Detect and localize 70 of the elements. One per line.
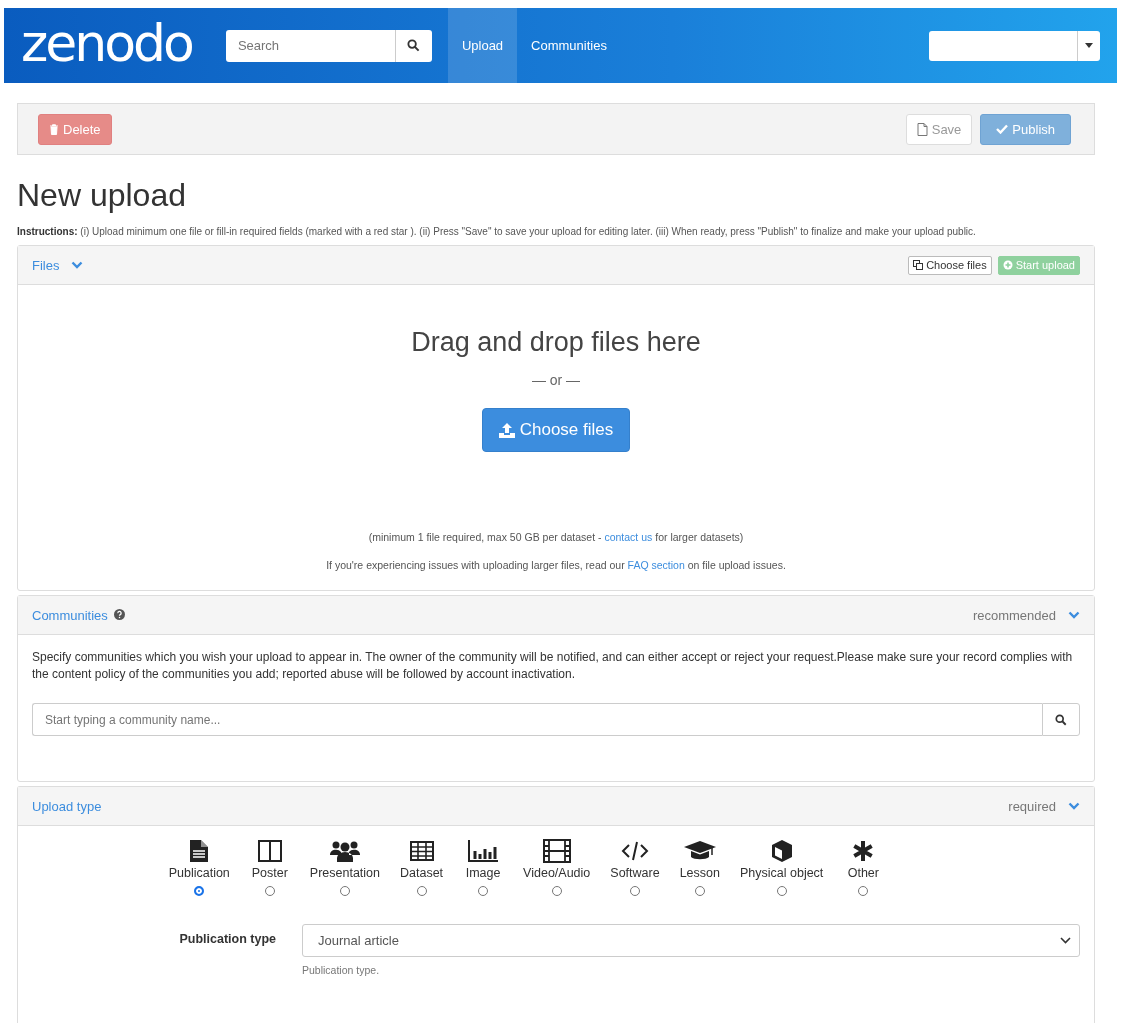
account-dropdown[interactable] <box>929 30 1100 61</box>
radio-button[interactable] <box>694 886 705 896</box>
save-button[interactable]: Save <box>905 113 973 145</box>
upload-type-label: Image <box>465 866 501 880</box>
nav-link[interactable]: Upload <box>447 8 518 83</box>
file-limit-note: (minimum 1 file required, max 50 GB per dataset - contact us for larger datasets) <box>368 531 744 543</box>
radio-button[interactable] <box>776 886 787 896</box>
upload-icon <box>498 422 515 438</box>
upload-type-label: Presentation <box>309 866 380 880</box>
radio-button[interactable] <box>194 886 205 896</box>
instructions-text: Instructions: (i) Upload minimum one file or fill-in required fields (marked with a red star ). (ii) Press "Save" to save your upload for editing later. (iii) When ready, press "Publish" to finalize and make your upload public. <box>17 226 977 237</box>
code-icon <box>620 839 649 863</box>
chevron-down-icon[interactable] <box>1068 611 1080 619</box>
document-icon <box>190 839 209 863</box>
choose-files-button[interactable]: Choose files <box>908 255 992 275</box>
upload-type-label: Lesson <box>679 866 720 880</box>
delete-button[interactable]: Delete <box>38 113 112 145</box>
upload-type-label: Other <box>847 866 879 880</box>
radio-button[interactable] <box>416 886 427 896</box>
help-text: Publication type. <box>302 964 381 976</box>
choose-files-button[interactable]: Choose files <box>481 408 631 452</box>
panel-title[interactable]: Upload type <box>32 798 102 814</box>
faq-link[interactable]: FAQ section <box>627 559 685 571</box>
search-icon[interactable] <box>1042 703 1080 736</box>
radio-button[interactable] <box>629 886 640 896</box>
upload-type-label: Poster <box>251 866 288 880</box>
upload-type-label: Physical object <box>739 866 824 880</box>
bar-chart-icon <box>468 839 499 863</box>
checkmark-icon <box>996 124 1009 134</box>
upload-type-label: Video/Audio <box>523 866 591 880</box>
faq-note: If you're experiencing issues with uploading larger files, read our FAQ section on file upload issues. <box>326 559 786 571</box>
plus-circle-icon <box>1002 260 1013 270</box>
or-divider-text: — or — <box>531 372 581 388</box>
start-upload-button[interactable]: Start upload <box>997 255 1080 275</box>
panel-title[interactable]: Files <box>32 257 60 273</box>
drop-zone-text: Drag and drop files here <box>411 327 701 358</box>
asterisk-icon <box>852 839 875 863</box>
publish-button[interactable]: Publish <box>980 113 1071 145</box>
contact-link[interactable]: contact us <box>604 531 653 543</box>
radio-button[interactable] <box>478 886 489 896</box>
people-group-icon <box>329 839 360 863</box>
page-title: New upload <box>17 177 187 214</box>
publication-type-select[interactable]: Journal article <box>302 924 1080 957</box>
upload-type-label: Software <box>610 866 660 880</box>
cube-icon <box>769 839 794 863</box>
field-label: Publication type <box>178 931 276 948</box>
chevron-down-icon[interactable] <box>1068 802 1080 810</box>
columns-icon <box>257 839 282 863</box>
zenodo-logo[interactable]: zenodo <box>21 16 192 69</box>
community-search-field[interactable]: Start typing a community name... <box>32 703 1042 736</box>
radio-button[interactable] <box>339 886 350 896</box>
radio-button[interactable] <box>551 886 562 896</box>
search-icon[interactable] <box>394 29 432 62</box>
upload-type-label: Publication <box>168 866 230 880</box>
radio-button[interactable] <box>264 886 275 896</box>
search-field[interactable]: Search <box>225 29 395 62</box>
nav-link[interactable]: Communities <box>517 8 621 83</box>
panel-title[interactable]: Communities <box>32 607 108 623</box>
document-icon <box>916 122 928 136</box>
chevron-down-icon[interactable] <box>71 261 84 269</box>
recommended-label: recommended <box>972 607 1056 623</box>
copy-icon <box>913 260 924 270</box>
chevron-down-icon <box>1060 937 1071 944</box>
film-icon <box>542 839 571 863</box>
radio-button[interactable] <box>858 886 869 896</box>
table-icon <box>409 839 434 863</box>
communities-description: Specify communities which you wish your upload to appear in. The owner of the community will be notified, and can either accept or reject your request.Please make sure your record complies with the content policy of the communities you add; reported abuse will be followed by account inactivation. <box>32 649 1074 683</box>
upload-type-label: Dataset <box>400 866 444 880</box>
trash-icon <box>49 123 59 135</box>
required-label: required <box>1008 798 1056 814</box>
